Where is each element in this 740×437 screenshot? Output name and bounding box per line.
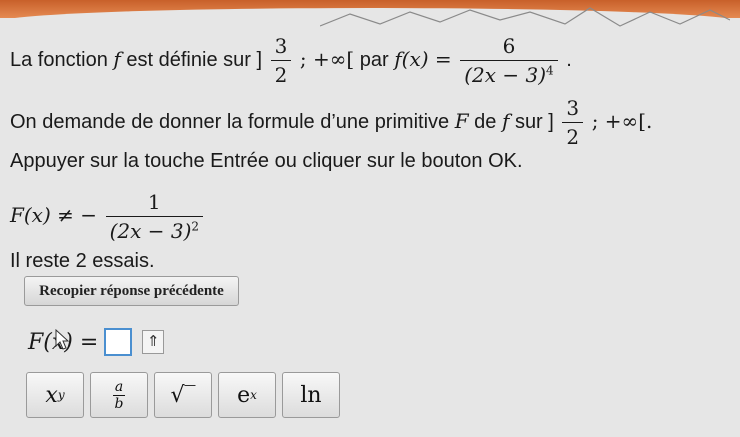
request-f: f — [501, 108, 510, 133]
statement-fraction: 6 (2x − 3)4 — [460, 34, 558, 87]
statement-frac-num: 6 — [502, 34, 516, 58]
request-de: de — [474, 110, 497, 133]
exp-key[interactable]: ex — [218, 372, 276, 418]
background-scribble — [320, 7, 730, 27]
sqrt-key[interactable]: √‾ — [154, 372, 212, 418]
request-F: F — [454, 108, 469, 133]
statement-defined-on: est définie sur ] — [126, 48, 263, 71]
math-keypad: xy a b √‾ ex ln — [26, 372, 346, 418]
instruction-text: Appuyer sur la touche Entrée ou cliquer … — [10, 150, 523, 172]
wrong-answer: F(x) ≠ − 1 (2x − 3)2 — [10, 190, 206, 243]
statement-f: f — [113, 46, 121, 71]
request-interval-num: 3 — [566, 96, 580, 120]
statement-frac-den: (2x − 3) — [464, 63, 547, 87]
request-interval-fraction: 3 2 — [562, 96, 584, 149]
exp-key-exp: x — [250, 388, 257, 402]
exp-key-base: e — [237, 382, 251, 408]
statement-interval-num: 3 — [274, 34, 288, 58]
fraction-key-num: a — [112, 378, 126, 396]
function-statement: La fonction f est définie sur ] 3 2 ; +∞… — [10, 34, 572, 87]
power-key-exp: y — [57, 388, 65, 402]
statement-frac-den-exp: 4 — [546, 63, 554, 78]
wrong-answer-den: (2x − 3) — [109, 219, 192, 243]
sqrt-icon: √‾ — [170, 382, 196, 408]
statement-fx: f(x) = — [394, 46, 452, 71]
mouse-cursor-icon — [55, 329, 70, 350]
request-interval-tail: ; +∞[. — [591, 108, 653, 133]
statement-end: . — [566, 48, 572, 71]
fraction-key-den: b — [114, 395, 124, 412]
wrong-answer-fraction: 1 (2x − 3)2 — [105, 190, 204, 243]
statement-interval-fraction: 3 2 — [270, 34, 292, 87]
up-arrow-button[interactable]: ⇑ — [142, 330, 165, 354]
request-text: On demande de donner la formule d’une pr… — [10, 110, 450, 133]
statement-prefix: La fonction — [10, 48, 108, 71]
power-key[interactable]: xy — [26, 372, 84, 418]
wrong-answer-den-exp: 2 — [191, 219, 200, 234]
statement-par: par — [359, 48, 389, 71]
ln-key-label: ln — [300, 382, 322, 408]
request-line: On demande de donner la formule d’une pr… — [10, 96, 652, 149]
recopy-answer-button[interactable]: Recopier réponse précédente — [24, 276, 239, 306]
answer-input[interactable] — [104, 328, 133, 356]
remaining-attempts: Il reste 2 essais. — [10, 250, 155, 272]
wrong-answer-lhs: F(x) ≠ − — [10, 202, 97, 227]
ln-key[interactable]: ln — [282, 372, 340, 418]
request-sur: sur ] — [514, 110, 554, 133]
power-key-base: x — [45, 382, 58, 408]
answer-row: F(x) = ⇑ — [28, 328, 165, 356]
statement-interval-tail: ; +∞[ — [299, 46, 355, 71]
wrong-answer-num: 1 — [147, 190, 161, 214]
fraction-key[interactable]: a b — [90, 372, 148, 418]
request-interval-den: 2 — [562, 122, 584, 149]
statement-interval-den: 2 — [270, 60, 292, 87]
